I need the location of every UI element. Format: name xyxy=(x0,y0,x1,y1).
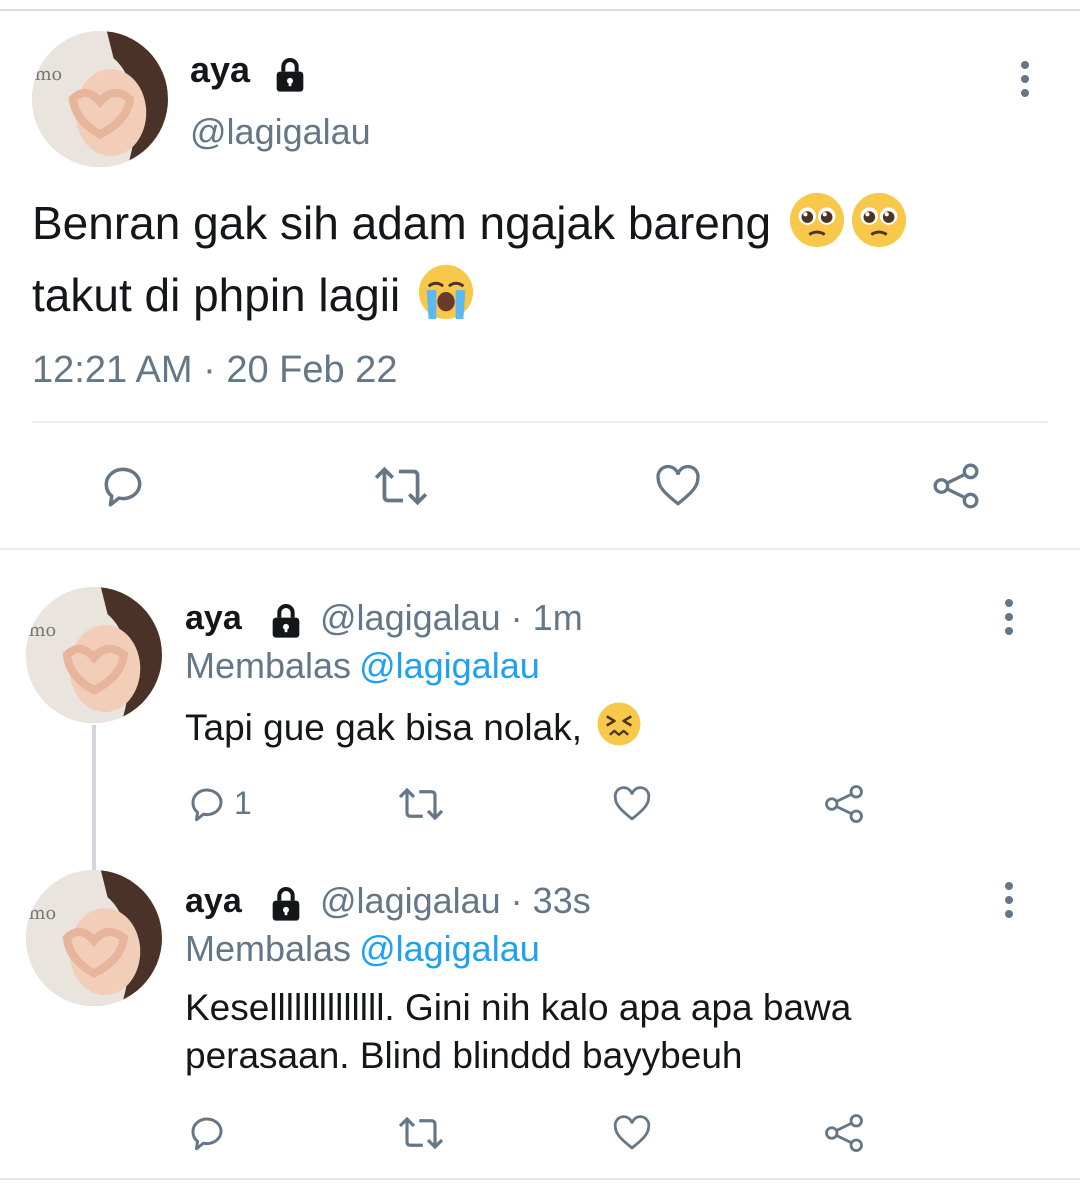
share-icon[interactable] xyxy=(822,783,866,830)
replying-to: Membalas @lagigalau xyxy=(185,928,540,970)
reply-icon[interactable] xyxy=(98,461,148,516)
tweet-age: 33s xyxy=(532,880,591,921)
share-icon[interactable] xyxy=(930,461,982,516)
more-options-icon[interactable] xyxy=(1018,59,1032,104)
more-options-icon[interactable] xyxy=(1002,597,1016,642)
reply-text: Tapi gue gak bisa nolak, xyxy=(185,701,1005,759)
replying-label: Membalas xyxy=(185,928,352,969)
reply-text-line: Tapi gue gak bisa nolak, xyxy=(185,706,582,748)
reply-text: Kesellllllllllllll. Gini nih kalo apa ap… xyxy=(185,984,1005,1080)
like-icon[interactable] xyxy=(652,461,704,516)
like-icon[interactable] xyxy=(610,783,654,830)
tweet-age: 1m xyxy=(532,597,583,638)
loudly-crying-face-emoji xyxy=(417,263,475,335)
svg-text:mo: mo xyxy=(29,621,56,641)
reply-count: 1 xyxy=(234,785,252,821)
tweet-text-line1: Benran gak sih adam ngajak bareng xyxy=(32,197,772,250)
replying-to-link[interactable]: @lagigalau xyxy=(359,928,540,969)
pleading-face-emoji xyxy=(788,191,846,263)
avatar-photo: mo xyxy=(26,870,162,1006)
action-separator xyxy=(32,421,1048,423)
handle-and-age[interactable]: @lagigalau · 1m xyxy=(320,597,583,639)
author-handle[interactable]: @lagigalau xyxy=(320,880,501,921)
reply-text-line2: perasaan. Blind blinddd bayybeuh xyxy=(185,1035,743,1076)
tweet-timestamp[interactable]: 12:21 AM · 20 Feb 22 xyxy=(32,349,397,392)
lock-icon xyxy=(266,884,306,929)
confounded-face-emoji xyxy=(596,701,642,759)
svg-text:mo: mo xyxy=(29,904,56,924)
retweet-icon[interactable] xyxy=(396,783,446,830)
tweet-text: Benran gak sih adam ngajak bareng takut … xyxy=(32,191,1042,335)
author-name[interactable]: aya xyxy=(185,599,242,638)
avatar[interactable]: mo xyxy=(32,31,168,167)
avatar[interactable]: mo xyxy=(26,870,162,1006)
avatar-photo: mo xyxy=(32,31,168,167)
main-tweet: mo aya @lagigalau Benran gak sih adam ng… xyxy=(0,11,1080,548)
avatar-photo: mo xyxy=(26,587,162,723)
share-icon[interactable] xyxy=(822,1112,866,1159)
author-name[interactable]: aya xyxy=(190,49,250,91)
retweet-icon[interactable] xyxy=(372,461,430,516)
avatar[interactable]: mo xyxy=(26,587,162,723)
reply-tweet: mo aya @lagigalau · 1m Membalas @lagigala… xyxy=(0,587,1080,857)
handle-and-age[interactable]: @lagigalau · 33s xyxy=(320,880,591,922)
pleading-face-emoji xyxy=(850,191,908,263)
lock-icon xyxy=(266,601,306,646)
like-icon[interactable] xyxy=(610,1112,654,1159)
retweet-icon[interactable] xyxy=(396,1112,446,1159)
author-name[interactable]: aya xyxy=(185,882,242,921)
bottom-divider xyxy=(0,1178,1080,1180)
replying-to: Membalas @lagigalau xyxy=(185,645,540,687)
reply-text-line1: Kesellllllllllllll. Gini nih kalo apa ap… xyxy=(185,987,852,1028)
author-handle[interactable]: @lagigalau xyxy=(320,597,501,638)
section-divider xyxy=(0,548,1080,550)
reply-tweet: mo aya @lagigalau · 33s Membalas @lagigal… xyxy=(0,870,1080,1170)
replying-label: Membalas xyxy=(185,645,352,686)
tweet-text-line2: takut di phpin lagii xyxy=(32,269,401,322)
author-handle[interactable]: @lagigalau xyxy=(190,111,371,153)
more-options-icon[interactable] xyxy=(1002,880,1016,925)
svg-text:mo: mo xyxy=(35,65,62,85)
lock-icon xyxy=(270,55,310,100)
reply-icon[interactable] xyxy=(186,1112,228,1159)
replying-to-link[interactable]: @lagigalau xyxy=(359,645,540,686)
reply-icon[interactable] xyxy=(186,783,228,830)
